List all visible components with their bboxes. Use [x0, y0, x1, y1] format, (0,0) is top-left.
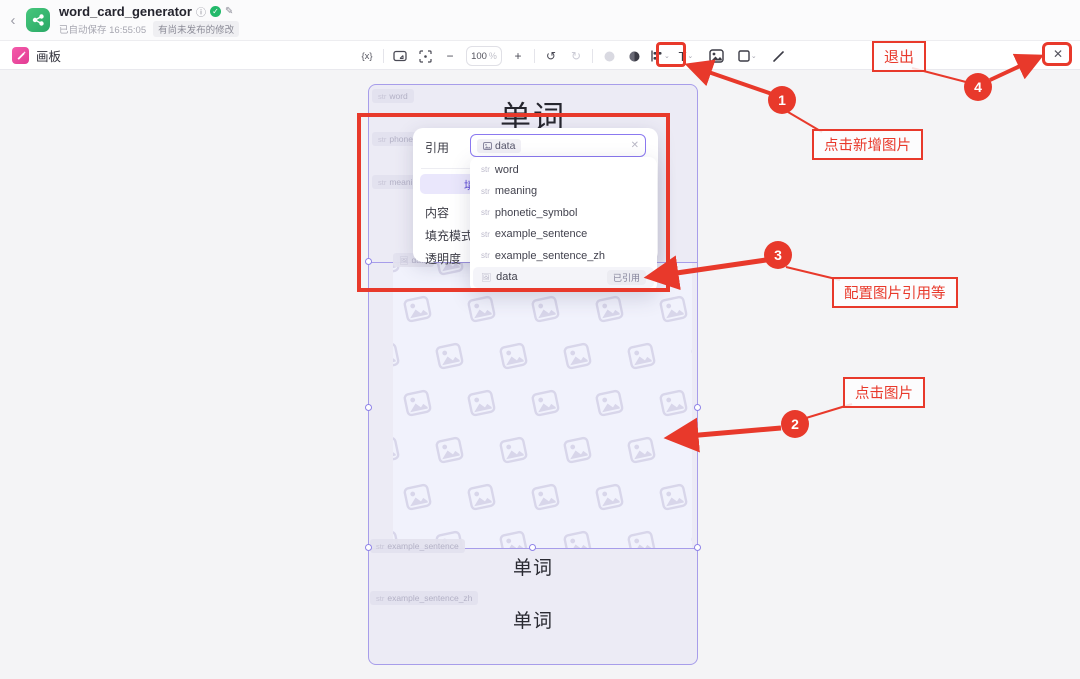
placeholder-image-icon [498, 530, 529, 548]
chevron-down-icon: ⌄ [687, 52, 693, 60]
placeholder-image-icon [393, 436, 402, 470]
image-placeholder-element[interactable] [393, 262, 692, 548]
redo-button[interactable]: ↻ [567, 46, 585, 66]
zoom-value: 100 [471, 51, 487, 62]
annotation-step4-badge: 4 [964, 73, 992, 101]
undo-button[interactable]: ↺ [542, 46, 560, 66]
placeholder-image-icon [402, 483, 433, 517]
placeholder-image-icon [594, 483, 625, 517]
theme-dark-icon[interactable] [625, 46, 643, 66]
placeholder-image-icon [690, 342, 692, 376]
app-header: ‹ word_card_generator ⓘ ✓ ✎ 已自动保存 16:55:… [0, 0, 1080, 40]
frame-tool-icon[interactable] [391, 46, 409, 66]
field-tag-example-sentence-zh: strexample_sentence_zh [370, 591, 478, 605]
theme-light-icon[interactable] [600, 46, 618, 66]
card-bottom-text-2[interactable]: 单词 [368, 606, 698, 633]
placeholder-image-icon [562, 342, 593, 376]
placeholder-image-icon [466, 295, 497, 329]
divider [383, 49, 384, 63]
app-logo-icon [26, 8, 50, 32]
placeholder-image-icon [690, 530, 692, 548]
board-icon [12, 47, 29, 64]
app-title: word_card_generator [59, 4, 192, 19]
annotation-exit-label: 退出 [872, 41, 926, 72]
placeholder-image-icon [393, 342, 402, 376]
resize-handle[interactable] [694, 544, 701, 551]
annotation-box-close [1042, 42, 1072, 66]
placeholder-image-icon [690, 262, 692, 281]
placeholder-image-icon [434, 342, 465, 376]
placeholder-image-icon [594, 389, 625, 423]
annotation-step2-badge: 2 [781, 410, 809, 438]
placeholder-image-icon [434, 436, 465, 470]
placeholder-image-icon [658, 295, 689, 329]
placeholder-image-icon [530, 389, 561, 423]
zoom-unit: % [489, 51, 497, 61]
zoom-out-button[interactable]: − [441, 46, 459, 66]
resize-handle[interactable] [365, 544, 372, 551]
pen-tool-icon[interactable] [770, 46, 788, 66]
placeholder-image-icon [466, 483, 497, 517]
placeholder-image-icon [402, 389, 433, 423]
shape-tool-icon[interactable]: ⌄ [738, 46, 757, 66]
placeholder-image-icon [626, 530, 657, 548]
fit-view-icon[interactable] [416, 46, 434, 66]
image-tool-icon[interactable] [708, 46, 726, 66]
annotation-box-image-tool [656, 42, 686, 67]
placeholder-image-icon [658, 389, 689, 423]
edit-title-icon[interactable]: ✎ [225, 6, 233, 17]
placeholder-image-icon [594, 295, 625, 329]
placeholder-image-icon [690, 436, 692, 470]
placeholder-image-icon [626, 436, 657, 470]
autosave-status: 已自动保存 16:55:05 [59, 22, 146, 36]
placeholder-image-icon [498, 436, 529, 470]
field-tag-word: strword [372, 89, 414, 103]
annotation-step1-label: 点击新增图片 [812, 129, 923, 160]
placeholder-image-icon [562, 530, 593, 548]
placeholder-image-icon [498, 342, 529, 376]
unpublished-badge: 有尚未发布的修改 [153, 21, 239, 37]
divider [534, 49, 535, 63]
annotation-step1-badge: 1 [768, 86, 796, 114]
placeholder-image-icon [626, 342, 657, 376]
variable-tool-icon[interactable]: {x} [358, 46, 376, 66]
zoom-in-button[interactable]: + [509, 46, 527, 66]
resize-handle[interactable] [365, 404, 372, 411]
placeholder-image-icon [402, 295, 433, 329]
placeholder-image-icon [466, 389, 497, 423]
verified-icon: ✓ [210, 6, 221, 17]
annotation-step2-label: 点击图片 [843, 377, 925, 408]
placeholder-image-icon [530, 295, 561, 329]
zoom-level-input[interactable]: 100 % [466, 46, 502, 66]
placeholder-image-icon [530, 483, 561, 517]
board-label: 画板 [36, 46, 61, 65]
divider [592, 49, 593, 63]
card-bottom-text-1[interactable]: 单词 [368, 553, 698, 580]
resize-handle[interactable] [529, 544, 536, 551]
resize-handle[interactable] [694, 404, 701, 411]
field-tag-example-sentence: strexample_sentence [370, 539, 465, 553]
annotation-step3-badge: 3 [764, 241, 792, 269]
placeholder-image-icon [658, 483, 689, 517]
annotation-step3-label: 配置图片引用等 [832, 277, 958, 308]
info-icon[interactable]: ⓘ [196, 4, 206, 19]
annotation-highlight-rect [357, 113, 670, 292]
chevron-down-icon: ⌄ [751, 52, 757, 60]
placeholder-image-icon [562, 436, 593, 470]
back-button[interactable]: ‹ [0, 12, 26, 29]
